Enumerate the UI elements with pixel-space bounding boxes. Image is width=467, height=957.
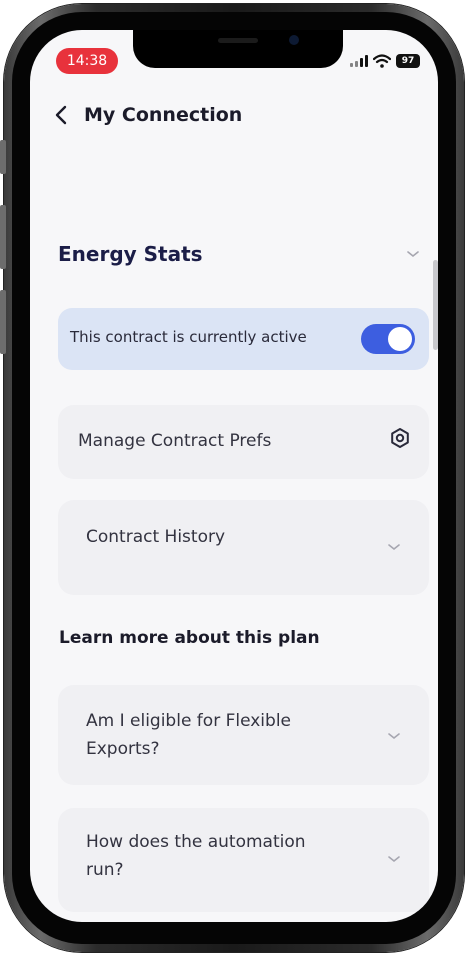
gear-icon (391, 428, 409, 448)
speaker-grille (218, 38, 258, 43)
front-camera (289, 35, 299, 45)
faq-item[interactable]: How does the automation run? (58, 808, 429, 912)
contract-active-toggle[interactable] (361, 324, 415, 354)
battery-icon: 97 (396, 54, 420, 68)
section-title: Energy Stats (58, 242, 203, 266)
manage-contract-prefs-label: Manage Contract Prefs (78, 431, 272, 451)
scrollbar-thumb[interactable] (433, 260, 438, 350)
learn-more-heading: Learn more about this plan (59, 628, 320, 648)
app-screen: 14:38 97 My Connection Energy Stats This… (30, 30, 438, 922)
notch (133, 30, 343, 68)
top-nav: My Connection (52, 100, 242, 130)
chevron-down-icon (388, 856, 400, 863)
wifi-icon (373, 54, 391, 68)
faq-question: How does the automation run? (86, 832, 306, 880)
faq-question: Am I eligible for Flexible Exports? (86, 711, 292, 759)
side-button-volume-down (0, 290, 6, 354)
chevron-down-icon (388, 544, 400, 551)
chevron-down-icon (388, 733, 400, 740)
faq-item[interactable]: Am I eligible for Flexible Exports? (58, 685, 429, 785)
chevron-down-icon (407, 251, 419, 258)
manage-contract-prefs-button[interactable]: Manage Contract Prefs (58, 405, 429, 479)
toggle-knob (388, 327, 412, 351)
chevron-left-icon[interactable] (52, 103, 72, 127)
page-title: My Connection (84, 104, 243, 126)
energy-stats-header[interactable]: Energy Stats (58, 242, 420, 266)
side-button-volume-up (0, 205, 6, 269)
status-time: 14:38 (56, 48, 118, 74)
signal-icon (350, 55, 368, 67)
side-button-mute (0, 140, 6, 174)
contract-active-label: This contract is currently active (70, 328, 307, 346)
contract-history-accordion[interactable]: Contract History (58, 500, 429, 595)
contract-active-card: This contract is currently active (58, 308, 429, 370)
status-bar: 14:38 97 (30, 30, 438, 90)
status-icons: 97 (350, 51, 420, 71)
contract-history-label: Contract History (86, 527, 226, 547)
